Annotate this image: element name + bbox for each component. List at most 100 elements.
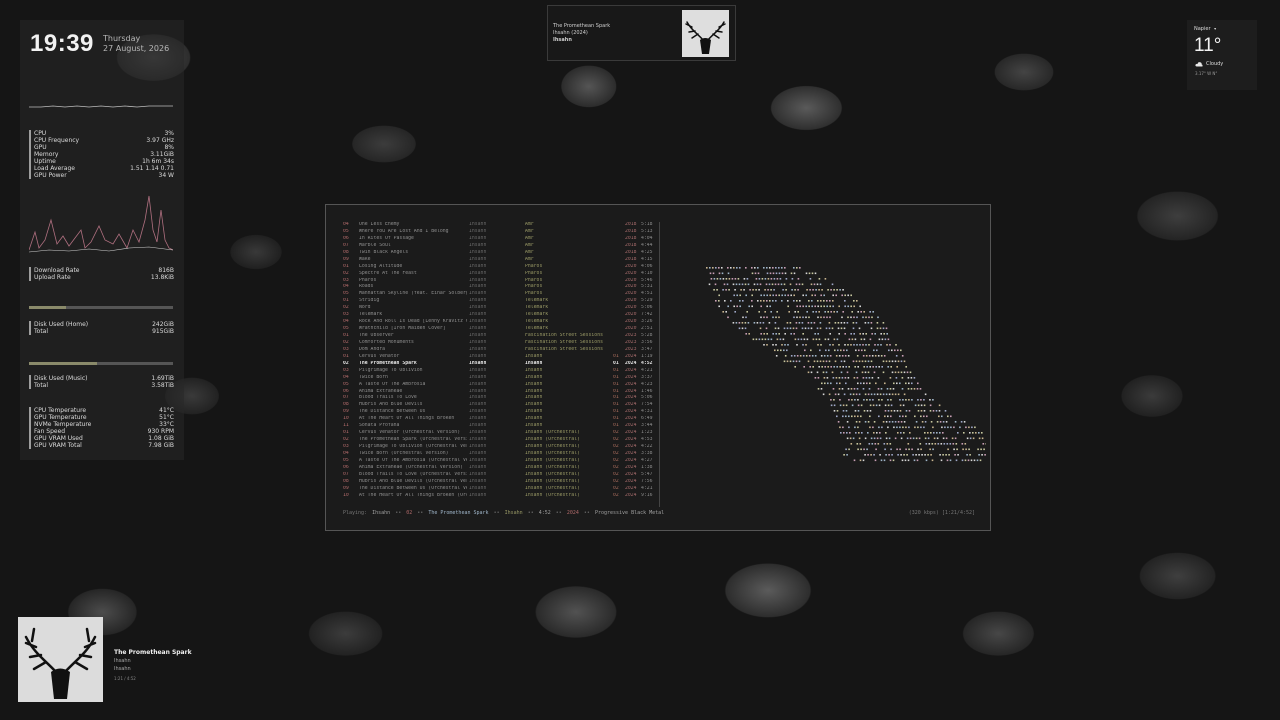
visualizer-dot	[821, 366, 823, 368]
track-list[interactable]: 04 One Less Enemy Ihsahn Àmr 2018 5:18 05 Where…	[343, 222, 653, 500]
track-row[interactable]: 05 A Taste Of The Ambrosia Ihsahn Ihsahn 01 2…	[343, 382, 653, 389]
visualizer-dot	[905, 410, 908, 412]
track-row[interactable]: 08 Hubris And Blue Devils Ihsahn Ihsahn 01 20…	[343, 402, 653, 409]
visualizer-dot	[859, 333, 861, 335]
visualizer-dot	[962, 448, 964, 451]
visualizer-dot	[835, 294, 837, 297]
track-row[interactable]: 03 Pharos Ihsahn Pharos 2020 5:46	[343, 278, 653, 285]
visualizer-dot	[795, 283, 798, 286]
visualizer-dot	[863, 399, 865, 401]
weather-location[interactable]: Napier ▾	[1194, 26, 1216, 32]
track-row-current[interactable]: 02 The Promethean Spark Ihsahn Ihsahn 01 2024…	[343, 361, 653, 368]
track-row[interactable]: 09 The Distance Between Us (Orchestral Ve…	[343, 486, 653, 493]
track-row[interactable]: 09 Wake Ihsahn Àmr 2018 4:15	[343, 257, 653, 264]
visualizer-dot	[829, 305, 831, 308]
visualizer-dot	[886, 333, 888, 335]
track-row[interactable]: 10 At The Heart Of All Things Broken (Orc…	[343, 493, 653, 500]
visualizer-dot	[742, 300, 744, 302]
track-duration: 5:06	[641, 395, 653, 401]
track-row[interactable]: 11 Sonata Profana Ihsahn Ihsahn 01 2024 3:44	[343, 423, 653, 430]
visualizer-dot	[886, 443, 889, 445]
track-row[interactable]: 03 Dom Andra Ihsahn Fascination Street Sess…	[343, 347, 653, 354]
track-row[interactable]: 05 Manhattan Skyline (feat. Einar Solberg…	[343, 291, 653, 298]
visualizer-dot	[882, 371, 885, 374]
visualizer-dot	[926, 415, 928, 418]
visualizer-dot	[880, 388, 883, 390]
visualizer-dot	[767, 338, 770, 341]
visualizer-dot	[878, 338, 881, 341]
track-row[interactable]: 04 Rock And Roll Is Dead [Lenny Kravitz C…	[343, 319, 653, 326]
visualizer-dot	[883, 443, 886, 445]
track-row[interactable]: 07 Marble Soul Ihsahn Àmr 2018 4:44	[343, 243, 653, 250]
track-row[interactable]: 01 Stridig Ihsahn Telemark 2020 5:29	[343, 298, 653, 305]
track-row[interactable]: 02 The Promethean Spark (Orchestral Versi…	[343, 437, 653, 444]
visualizer-dot	[853, 300, 855, 302]
visualizer-dot	[795, 322, 798, 324]
visualizer-dot	[761, 278, 764, 280]
cloud-icon	[1195, 62, 1203, 67]
track-row[interactable]: 07 Blood Trails To Love (Orchestral Versi…	[343, 472, 653, 479]
track-row[interactable]: 02 Comforted Monuments Ihsahn Fascination S…	[343, 340, 653, 347]
track-row[interactable]: 01 Cervus Venator Ihsahn Ihsahn 01 2024 1:19	[343, 354, 653, 361]
visualizer-dot	[784, 294, 786, 297]
track-artist: Ihsahn	[469, 437, 487, 443]
track-row[interactable]: 01 Cervus Venator (Orchestral Version) Ihs…	[343, 430, 653, 437]
visualizer-dot	[858, 432, 860, 434]
track-row[interactable]: 05 Where You Are Lost And I Belong Ihsahn À…	[343, 229, 653, 236]
track-row[interactable]: 06 In Rites Of Passage Ihsahn Àmr 2018 4:04	[343, 236, 653, 243]
track-year: 2018	[625, 242, 637, 248]
track-row[interactable]: 04 Twice Born (Orchestral Version) Ihsahn I…	[343, 451, 653, 458]
track-row[interactable]: 05 Wrathchild [Iron Maiden Cover] Ihsahn Te…	[343, 326, 653, 333]
visualizer-dot	[854, 426, 856, 429]
music-player-terminal[interactable]: 04 One Less Enemy Ihsahn Àmr 2018 5:18 05 Where…	[325, 204, 991, 531]
visualizer-dot	[889, 443, 892, 445]
track-row[interactable]: 08 Hubris And Blue Devils (Orchestral Ver…	[343, 479, 653, 486]
visualizer-dot	[712, 272, 715, 275]
track-row[interactable]: 04 One Less Enemy Ihsahn Àmr 2018 5:18	[343, 222, 653, 229]
stat-row: GPU VRAM Total 7.98 GiB	[29, 442, 174, 449]
visualizer-dot	[735, 283, 738, 286]
track-row[interactable]: 07 Blood Trails To Love Ihsahn Ihsahn 01 2024…	[343, 395, 653, 402]
track-row[interactable]: 01 The Observer Ihsahn Fascination Street S…	[343, 333, 653, 340]
track-number: 03	[343, 277, 349, 283]
track-row[interactable]: 04 Twice Born Ihsahn Ihsahn 01 2024 3:37	[343, 375, 653, 382]
track-row[interactable]: 02 Nord Ihsahn Telemark 2020 5:06	[343, 305, 653, 312]
visualizer-dot	[838, 388, 841, 390]
visualizer-dot	[797, 338, 800, 341]
visualizer-dot	[842, 404, 845, 407]
track-row[interactable]: 06 Anima Extraneae Ihsahn Ihsahn 01 2024 1:46	[343, 389, 653, 396]
track-title: Roads	[359, 284, 374, 290]
visualizer-dot	[806, 338, 809, 341]
visualizer-dot	[851, 338, 854, 341]
visualizer-dot	[842, 426, 844, 429]
track-row[interactable]: 04 Roads Ihsahn Pharos 2020 5:31	[343, 284, 653, 291]
track-row[interactable]: 08 Twin Black Angels Ihsahn Àmr 2018 4:25	[343, 250, 653, 257]
visualizer-dot	[967, 459, 970, 462]
track-row[interactable]: 03 Pilgrimage To Oblivion (Orchestral Ver…	[343, 444, 653, 451]
visualizer-dot	[873, 437, 876, 440]
track-row[interactable]: 03 Pilgrimage To Oblivion Ihsahn Ihsahn 01 20…	[343, 368, 653, 375]
track-row[interactable]: 05 A Taste Of The Ambrosia (Orchestral Ve…	[343, 458, 653, 465]
visualizer-dot	[753, 283, 756, 286]
track-row[interactable]: 10 At The Heart Of All Things Broken Ihsah…	[343, 416, 653, 423]
visualizer-dot	[885, 437, 888, 440]
visualizer-dot	[891, 360, 894, 363]
track-number: 03	[343, 312, 349, 318]
stat-value: 915GiB	[152, 328, 174, 335]
track-row[interactable]: 09 The Distance Between Us Ihsahn Ihsahn 01 2…	[343, 409, 653, 416]
visualizer-dot	[814, 333, 816, 335]
track-row[interactable]: 06 Anima Extraneae (Orchestral Version) Ih…	[343, 465, 653, 472]
visualizer-dot	[784, 267, 786, 269]
track-row[interactable]: 01 Losing Altitude Ihsahn Pharos 2020 4:06	[343, 264, 653, 271]
visualizer-dot	[815, 289, 817, 291]
visualizer-dot	[850, 316, 852, 319]
track-year: 2024	[625, 478, 637, 484]
visualizer-dot	[938, 410, 941, 412]
track-row[interactable]: 02 Spectre At The Feast Ihsahn Pharos 2020 4:…	[343, 271, 653, 278]
visualizer-dot	[763, 267, 765, 269]
visualizer-dot	[928, 443, 931, 445]
visualizer-dot	[817, 300, 819, 302]
visualizer-dot	[850, 294, 852, 297]
visualizer-dot	[796, 344, 798, 346]
track-row[interactable]: 03 Telemark Ihsahn Telemark 2020 7:42	[343, 312, 653, 319]
